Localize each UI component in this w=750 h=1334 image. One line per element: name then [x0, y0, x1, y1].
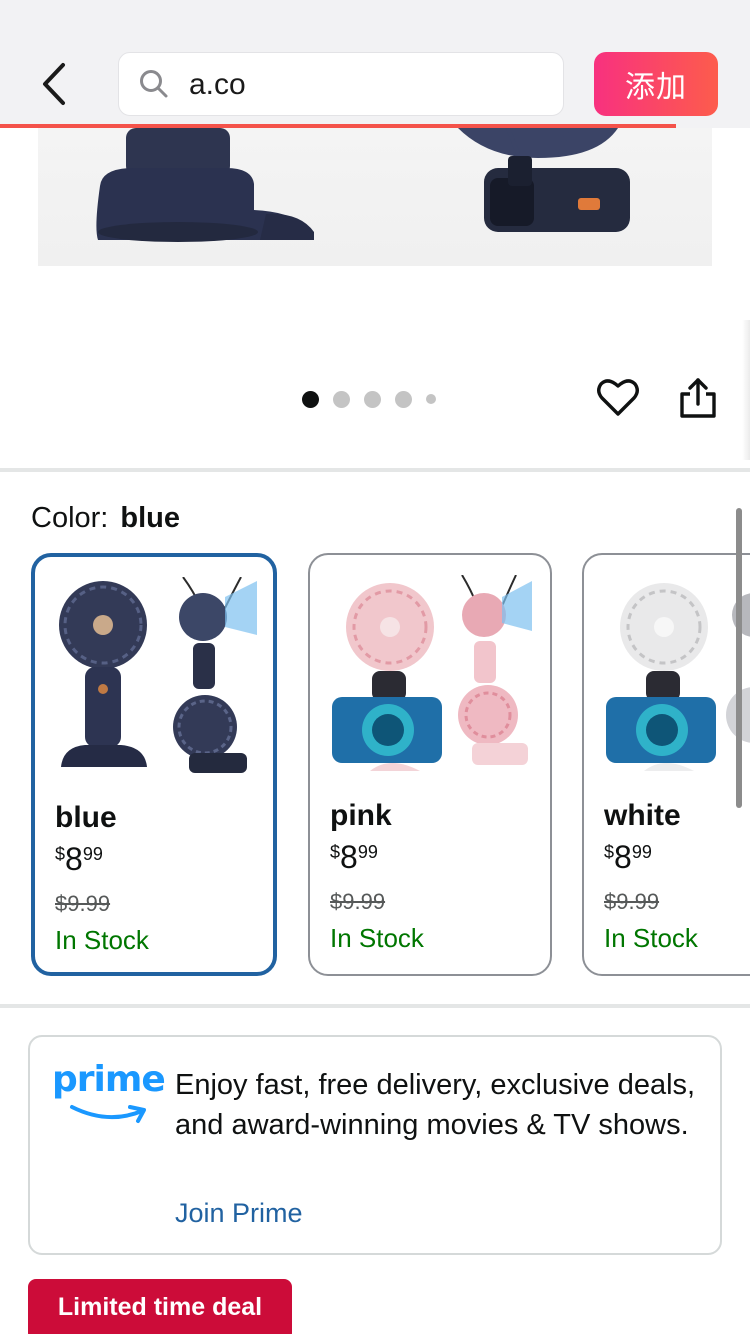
white-fan-image — [606, 583, 750, 771]
variant-stock-status: In Stock — [330, 923, 424, 953]
price-whole: 8 — [65, 841, 83, 877]
swatch-image-white — [604, 575, 750, 777]
back-button[interactable] — [28, 56, 80, 112]
url-search-field[interactable]: a.co — [118, 52, 564, 116]
price-cents: 99 — [631, 842, 652, 862]
variant-price: $899 — [330, 841, 378, 873]
join-prime-link[interactable]: Join Prime — [175, 1195, 303, 1231]
variant-was-price: $9.99 — [330, 889, 386, 914]
variant-was-price: $9.99 — [604, 889, 660, 914]
add-button[interactable]: 添加 — [594, 52, 718, 116]
color-swatch-white[interactable]: white $899 $9.99 In Stock — [582, 553, 750, 976]
currency-symbol: $ — [55, 844, 66, 864]
variant-stock-status: In Stock — [55, 925, 149, 955]
variant-was-price: $9.99 — [55, 891, 111, 916]
swatch-image-pink — [330, 574, 532, 777]
pink-fan-image — [332, 574, 532, 771]
price-cents: 99 — [82, 844, 103, 864]
gallery-pagination-dots — [302, 390, 436, 408]
variant-stock-status: In Stock — [604, 923, 698, 953]
share-icon[interactable] — [678, 376, 718, 420]
variant-price: $899 — [604, 841, 652, 873]
color-label-value: blue — [120, 502, 180, 534]
currency-symbol: $ — [604, 842, 615, 862]
variant-name: white — [604, 799, 681, 832]
pagination-dot[interactable] — [395, 390, 412, 408]
blue-fan-image — [59, 576, 257, 773]
price-whole: 8 — [340, 839, 358, 875]
handheld-fan-product-illustration — [96, 128, 630, 242]
currency-symbol: $ — [330, 842, 341, 862]
chevron-left-icon — [43, 63, 65, 105]
heart-icon[interactable] — [596, 376, 640, 420]
pagination-dot[interactable] — [364, 390, 381, 408]
swatch-image-blue — [55, 576, 257, 779]
pagination-dot[interactable] — [302, 390, 319, 408]
color-label-key: Color: — [31, 502, 109, 534]
search-icon — [140, 70, 168, 98]
pagination-dot[interactable] — [426, 394, 436, 404]
prime-logo: prime — [52, 1059, 166, 1127]
pagination-dot[interactable] — [333, 390, 350, 408]
section-divider — [0, 1004, 750, 1008]
section-divider — [0, 468, 750, 472]
url-text: a.co — [189, 68, 246, 101]
limited-time-deal-badge: Limited time deal — [28, 1279, 292, 1334]
prime-description: Enjoy fast, free delivery, exclusive dea… — [175, 1069, 696, 1141]
prime-logo-text: prime — [52, 1059, 166, 1100]
color-swatch-pink[interactable]: pink $899 $9.99 In Stock — [308, 553, 552, 976]
prime-promo-card: prime Enjoy fast, free delivery, exclusi… — [28, 1035, 722, 1255]
variant-name: pink — [330, 799, 392, 832]
product-image — [38, 128, 712, 266]
edge-shadow — [742, 320, 750, 460]
color-swatch-blue[interactable]: blue $899 $9.99 In Stock — [31, 553, 277, 976]
price-cents: 99 — [357, 842, 378, 862]
product-image-gallery[interactable] — [0, 128, 750, 468]
browser-top-bar: a.co 添加 — [0, 0, 750, 128]
prime-smile-icon — [70, 1105, 146, 1123]
vertical-scrollbar[interactable] — [736, 508, 742, 808]
color-selection-label: Color: blue — [31, 500, 180, 536]
price-whole: 8 — [614, 839, 632, 875]
variant-name: blue — [55, 801, 117, 834]
variant-price: $899 — [55, 843, 103, 875]
